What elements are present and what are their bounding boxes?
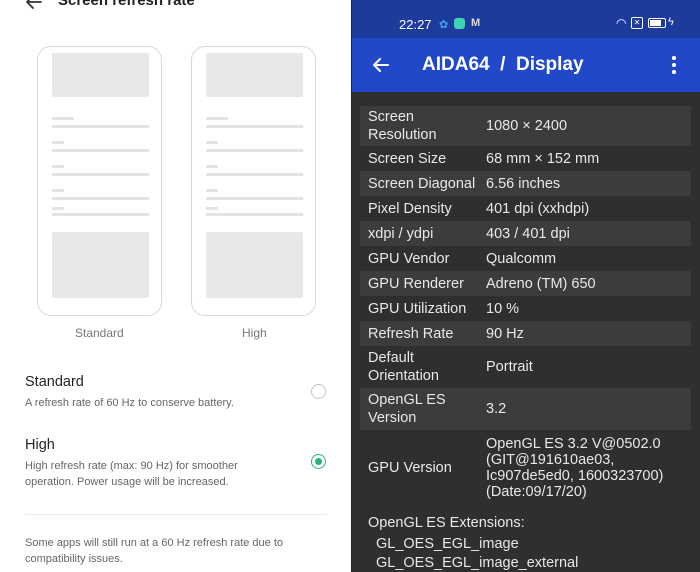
preview-footer-block [206, 232, 303, 298]
row-label: OpenGL ES Version [368, 392, 446, 426]
preview-line [206, 141, 218, 144]
preview-line [52, 207, 64, 210]
preview-header-block [206, 53, 303, 97]
status-bar: 22:27 ✿ M ◠ ✕ ϟ [352, 0, 700, 38]
row-value: 3.2 [486, 401, 507, 417]
row-value: OpenGL ES 3.2 V@0502.0 (GIT@191610ae03, … [486, 436, 664, 500]
preview-line [206, 189, 218, 192]
option-description: High refresh rate (max: 90 Hz) for smoot… [25, 460, 238, 488]
back-arrow-icon[interactable] [24, 0, 44, 12]
extension-item: GL_OES_EGL_image_external [376, 555, 579, 571]
preview-line [52, 197, 149, 200]
table-row: Default Orientation Portrait [360, 346, 691, 388]
row-label: xdpi / ydpi [368, 225, 434, 242]
settings-header: Screen refresh rate [0, 0, 351, 16]
row-label: GPU Utilization [368, 300, 467, 317]
table-row: GPU Version OpenGL ES 3.2 V@0502.0 (GIT@… [360, 430, 691, 506]
preview-line [52, 213, 149, 216]
close-box-icon: ✕ [631, 17, 643, 29]
m-icon: M [471, 17, 481, 29]
app-bar: AIDA64 / Display [352, 38, 700, 92]
table-row: Pixel Density 401 dpi (xxhdpi) [360, 196, 691, 221]
preview-line [52, 141, 64, 144]
table-row: Screen Diagonal 6.56 inches [360, 171, 691, 196]
high-radio-button[interactable] [311, 454, 326, 469]
more-options-icon[interactable] [668, 54, 678, 76]
option-description: A refresh rate of 60 Hz to conserve batt… [25, 397, 234, 409]
table-row: xdpi / ydpi 403 / 401 dpi [360, 221, 691, 246]
row-label: Screen Resolution [368, 109, 437, 143]
page-title: Screen refresh rate [58, 0, 195, 9]
extension-item: GL_OES_EGL_image [376, 536, 519, 552]
preview-header-block [52, 53, 149, 97]
table-row: OpenGL ES Version 3.2 [360, 388, 691, 430]
preview-line [52, 165, 64, 168]
standard-preview-label: Standard [75, 326, 124, 340]
row-value: Portrait [486, 359, 533, 375]
table-row: Refresh Rate 90 Hz [360, 321, 691, 346]
charging-icon: ϟ [668, 16, 674, 28]
preview-line [52, 149, 149, 152]
preview-footer-block [52, 232, 149, 298]
row-label: Screen Size [368, 150, 447, 167]
high-preview-label: High [242, 326, 267, 340]
table-row: GPU Renderer Adreno (TM) 650 [360, 271, 691, 296]
table-row: GPU Vendor Qualcomm [360, 246, 691, 271]
row-label: GPU Renderer [368, 275, 464, 292]
table-row: Screen Resolution 1080 × 2400 [360, 106, 691, 146]
preview-line [206, 125, 303, 128]
compatibility-note: Some apps will still run at a 60 Hz refr… [25, 537, 284, 565]
row-value: Qualcomm [486, 250, 557, 267]
preview-line [206, 213, 303, 216]
display-info-table: Screen Resolution 1080 × 2400 Screen Siz… [360, 106, 691, 506]
high-preview-phone[interactable] [191, 46, 316, 316]
app-icon [454, 18, 465, 29]
row-value: 1080 × 2400 [486, 118, 568, 134]
row-value: 10 % [486, 300, 520, 317]
refresh-rate-settings-panel: Screen refresh rate Standard High Standa… [0, 0, 351, 572]
preview-line [206, 173, 303, 176]
preview-line [52, 173, 149, 176]
row-value: 401 dpi (xxhdpi) [486, 200, 590, 217]
standard-preview-phone[interactable] [37, 46, 162, 316]
row-value: Adreno (TM) 650 [486, 275, 596, 292]
row-value: 403 / 401 dpi [486, 225, 570, 242]
table-row: GPU Utilization 10 % [360, 296, 691, 321]
row-label: GPU Version [368, 460, 452, 476]
status-time: 22:27 [399, 17, 432, 32]
preview-line [206, 207, 218, 210]
row-label: Pixel Density [368, 200, 452, 217]
option-high[interactable]: High High refresh rate (max: 90 Hz) for … [25, 437, 335, 490]
preview-line [206, 197, 303, 200]
preview-line [206, 117, 228, 120]
row-label: Default Orientation [368, 350, 439, 384]
app-title: AIDA64 / Display [422, 54, 584, 75]
extensions-title: OpenGL ES Extensions: [368, 515, 525, 531]
back-arrow-icon[interactable] [371, 55, 391, 75]
battery-icon [648, 18, 666, 28]
row-value: 68 mm × 152 mm [486, 150, 600, 167]
option-title: Standard [25, 374, 84, 390]
option-title: High [25, 437, 55, 453]
table-row: Screen Size 68 mm × 152 mm [360, 146, 691, 171]
preview-line [206, 149, 303, 152]
preview-line [52, 125, 149, 128]
standard-radio-button[interactable] [311, 384, 326, 399]
option-standard[interactable]: Standard A refresh rate of 60 Hz to cons… [25, 374, 335, 411]
wifi-icon: ◠ [616, 16, 627, 30]
row-value: 90 Hz [486, 325, 524, 342]
divider [25, 514, 327, 515]
aida64-display-panel: 22:27 ✿ M ◠ ✕ ϟ AIDA64 / Display Screen … [352, 0, 700, 572]
row-label: GPU Vendor [368, 250, 450, 267]
row-value: 6.56 inches [486, 175, 561, 192]
settings-icon: ✿ [439, 19, 449, 31]
preview-line [52, 189, 64, 192]
preview-line [52, 117, 74, 120]
row-label: Screen Diagonal [368, 175, 476, 192]
row-label: Refresh Rate [368, 325, 454, 342]
preview-line [206, 165, 218, 168]
